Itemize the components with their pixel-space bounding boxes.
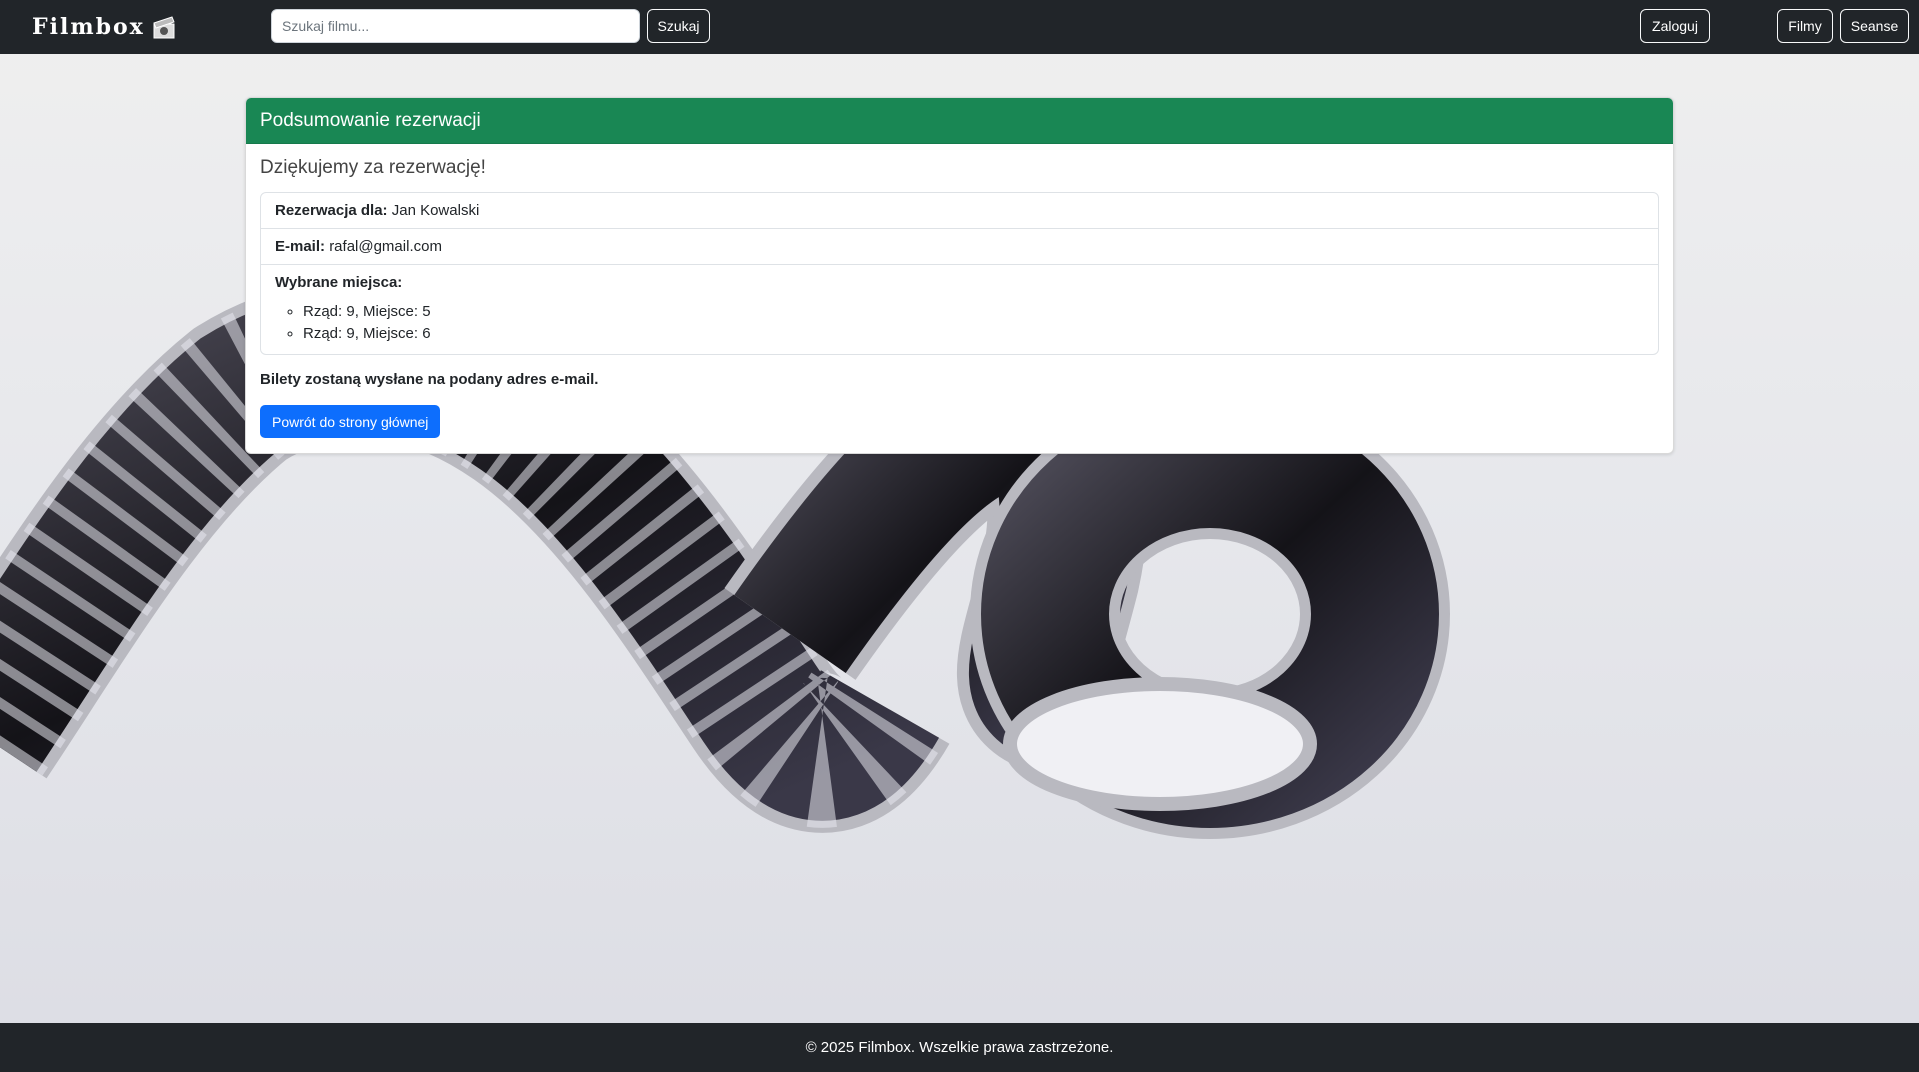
reservation-summary-card: Podsumowanie rezerwacji Dziękujemy za re… xyxy=(245,97,1674,454)
email-row: E-mail: rafal@gmail.com xyxy=(261,229,1658,265)
films-nav-button[interactable]: Filmy xyxy=(1777,9,1833,43)
reservation-details-list: Rezerwacja dla: Jan Kowalski E-mail: raf… xyxy=(260,192,1659,355)
thanks-message: Dziękujemy za rezerwację! xyxy=(260,157,486,178)
tickets-email-note: Bilety zostaną wysłane na podany adres e… xyxy=(260,371,599,388)
page-footer: © 2025 Filmbox. Wszelkie prawa zastrzeżo… xyxy=(0,1023,1919,1072)
card-title: Podsumowanie rezerwacji xyxy=(260,109,481,131)
brand-logo[interactable]: Filmbox xyxy=(32,11,177,43)
card-body: Dziękujemy za rezerwację! Rezerwacja dla… xyxy=(246,144,1673,451)
top-navbar: Filmbox Szukaj Zaloguj Filmy Seanse xyxy=(0,0,1919,54)
seats-label: Wybrane miejsca: xyxy=(275,274,403,291)
film-clapper-icon xyxy=(153,16,175,39)
footer-copyright: © 2025 Filmbox. Wszelkie prawa zastrzeżo… xyxy=(805,1039,1114,1056)
seats-row: Wybrane miejsca: Rząd: 9, Miejsce: 5 Rzą… xyxy=(261,265,1658,354)
back-to-home-button[interactable]: Powrót do strony głównej xyxy=(260,405,441,438)
seat-item: Rząd: 9, Miejsce: 5 xyxy=(303,301,1644,323)
brand-name: Filmbox xyxy=(32,14,145,40)
search-input[interactable] xyxy=(271,9,640,43)
seats-list: Rząd: 9, Miejsce: 5 Rząd: 9, Miejsce: 6 xyxy=(303,301,1644,345)
login-button[interactable]: Zaloguj xyxy=(1640,9,1710,43)
card-header: Podsumowanie rezerwacji xyxy=(246,98,1673,144)
reservation-name-row: Rezerwacja dla: Jan Kowalski xyxy=(261,193,1658,229)
reservation-name-label: Rezerwacja dla: xyxy=(275,202,388,219)
sessions-nav-button[interactable]: Seanse xyxy=(1840,9,1909,43)
email-label: E-mail: xyxy=(275,238,326,255)
reservation-name-value: Jan Kowalski xyxy=(391,202,480,219)
search-button[interactable]: Szukaj xyxy=(647,9,710,43)
seat-item: Rząd: 9, Miejsce: 6 xyxy=(303,323,1644,345)
email-value: rafal@gmail.com xyxy=(329,238,442,255)
